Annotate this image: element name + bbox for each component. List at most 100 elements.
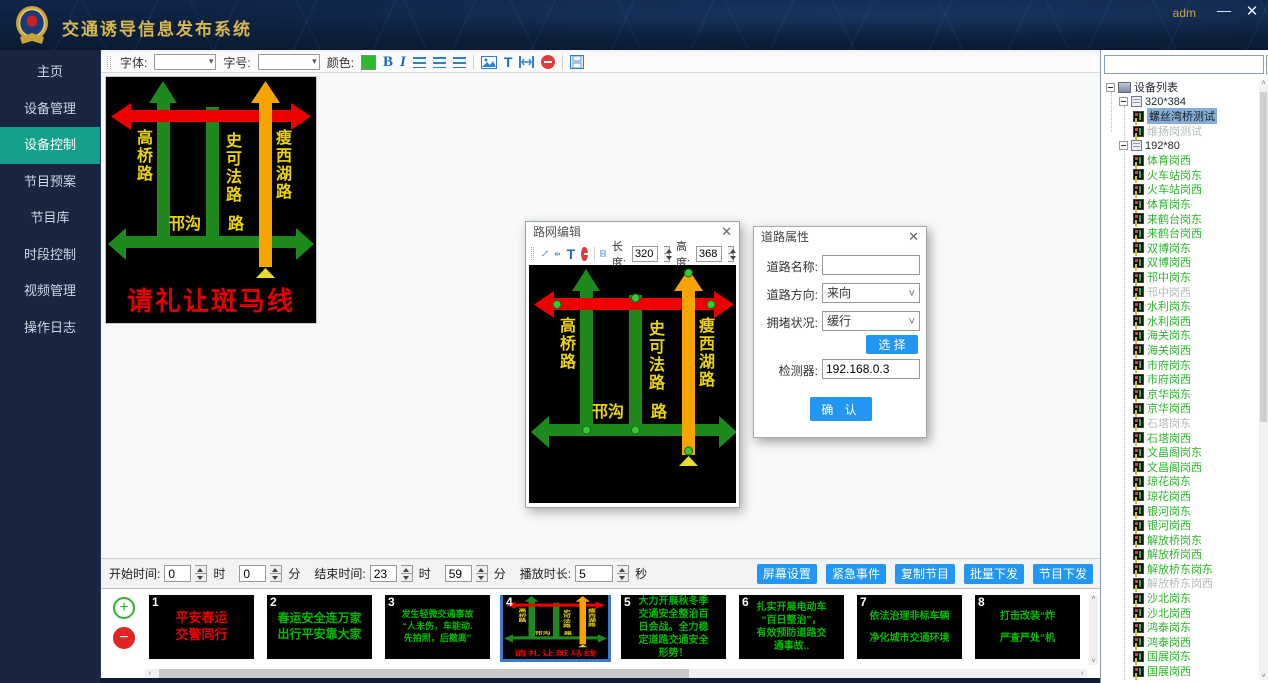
align-right-icon[interactable] — [453, 57, 466, 68]
device-node[interactable]: 鸿泰岗西 — [1104, 635, 1257, 650]
font-select[interactable] — [154, 54, 216, 70]
device-node[interactable]: 解放桥东岗东 — [1104, 562, 1257, 577]
device-node[interactable]: 鸿泰岗东 — [1104, 620, 1257, 635]
logged-in-user[interactable]: adm — [1173, 6, 1196, 20]
length-input[interactable] — [632, 246, 658, 262]
playlist-item-4[interactable]: 4 高桥路 史可法路 瘦西湖路 邗沟 路 请礼让斑 — [503, 595, 608, 659]
scroll-down-icon[interactable]: ˅ — [1089, 658, 1098, 665]
road-direction-select[interactable]: 来向 — [822, 283, 920, 303]
sign-preview[interactable]: 高桥路 史可法路 瘦西湖路 邗沟 路 请礼让斑马线 — [105, 76, 317, 324]
road-network-edit-canvas[interactable]: 高桥路 史可法路 瘦西湖路 邗沟 路 请礼让斑马线 — [529, 265, 736, 503]
scroll-right-icon[interactable]: › — [1077, 669, 1087, 678]
scroll-down-icon[interactable]: ˅ — [1259, 673, 1268, 680]
dialog-close-icon[interactable]: ✕ — [721, 222, 732, 242]
design-canvas[interactable]: 高桥路 史可法路 瘦西湖路 邗沟 路 请礼让斑马线 路网编辑 ✕ — [101, 73, 1101, 558]
device-node[interactable]: 维扬岗测试 — [1104, 124, 1257, 139]
device-node[interactable]: 火车站岗西 — [1104, 182, 1257, 197]
device-node[interactable]: 邗中岗东 — [1104, 270, 1257, 285]
device-node[interactable]: 海关岗西 — [1104, 343, 1257, 358]
dialog-title-bar[interactable]: 道路属性 ✕ — [754, 227, 926, 247]
device-node[interactable]: 京华岗东 — [1104, 386, 1257, 401]
device-node[interactable]: 邗中岗西 — [1104, 284, 1257, 299]
playlist-item-7[interactable]: 7依法治理非标车辆净化城市交通环境 — [857, 595, 962, 659]
device-node[interactable]: 解放桥岗西 — [1104, 547, 1257, 562]
tree-expander-icon[interactable] — [1119, 97, 1128, 106]
close-button[interactable]: ✕ — [1242, 2, 1262, 20]
sidebar-item-8[interactable]: 操作日志 — [0, 310, 100, 347]
tree-scrollbar[interactable]: ˄ ˅ — [1259, 80, 1268, 680]
italic-button[interactable]: I — [400, 54, 406, 71]
scroll-up-icon[interactable]: ˄ — [1261, 80, 1265, 87]
device-node[interactable]: 火车站岗东 — [1104, 168, 1257, 183]
playlist-item-1[interactable]: 1平安春运交警同行 — [149, 595, 254, 659]
action-button[interactable]: 批量下发 — [964, 564, 1024, 584]
device-node[interactable]: 石塔岗东 — [1104, 416, 1257, 431]
playlist-horizontal-scrollbar[interactable]: ‹ › — [145, 669, 1087, 678]
device-node[interactable]: 水利岗西 — [1104, 314, 1257, 329]
duration-stepper[interactable] — [617, 565, 629, 582]
device-node[interactable]: 石塔岗西 — [1104, 430, 1257, 445]
device-node[interactable]: 银河岗西 — [1104, 518, 1257, 533]
end-minute-input[interactable] — [445, 565, 472, 582]
road-direction-icon[interactable] — [554, 248, 561, 260]
playlist-vertical-scrollbar[interactable]: ˄ ˅ — [1089, 595, 1098, 665]
sidebar-item-3[interactable]: 设备控制 — [0, 127, 100, 164]
remove-program-button[interactable]: − — [113, 627, 135, 649]
save-icon[interactable] — [600, 247, 606, 260]
scroll-up-icon[interactable]: ˄ — [1091, 595, 1095, 602]
scroll-left-icon[interactable]: ‹ — [145, 669, 155, 678]
start-minute-stepper[interactable] — [270, 565, 282, 582]
scrollbar-thumb[interactable] — [1260, 92, 1267, 422]
device-node[interactable]: 双博岗东 — [1104, 241, 1257, 256]
device-node[interactable]: 解放桥东岗西 — [1104, 576, 1257, 591]
select-detector-button[interactable]: 选 择 — [866, 335, 918, 354]
playlist-item-2[interactable]: 2春运安全连万家出行平安靠大家 — [267, 595, 372, 659]
sidebar-item-2[interactable]: 设备管理 — [0, 91, 100, 128]
align-center-icon[interactable] — [433, 57, 446, 68]
draw-road-icon[interactable] — [542, 247, 548, 260]
tree-group-node[interactable]: 192*80 — [1104, 138, 1257, 153]
device-node[interactable]: 螺丝湾桥测试 — [1104, 109, 1257, 124]
device-node[interactable]: 解放桥岗东 — [1104, 532, 1257, 547]
insert-image-icon[interactable] — [481, 56, 497, 69]
tree-expander-icon[interactable] — [1106, 83, 1115, 92]
device-node[interactable]: 市府岗东 — [1104, 357, 1257, 372]
size-select[interactable] — [258, 54, 320, 70]
scrollbar-thumb[interactable] — [159, 669, 689, 678]
dialog-close-icon[interactable]: ✕ — [908, 227, 919, 247]
device-node[interactable]: 琼花岗东 — [1104, 474, 1257, 489]
device-node[interactable]: 国展岗东 — [1104, 649, 1257, 664]
playlist-item-6[interactable]: 6扎实开展电动车“百日整治”，有效预防道路交通事故.. — [739, 595, 844, 659]
action-button[interactable]: 屏幕设置 — [757, 564, 817, 584]
device-node[interactable]: 文昌阁岗东 — [1104, 445, 1257, 460]
duration-input[interactable] — [575, 565, 613, 582]
confirm-button[interactable]: 确 认 — [810, 397, 872, 421]
color-swatch[interactable] — [361, 55, 376, 70]
device-node[interactable]: 来鹤台岗西 — [1104, 226, 1257, 241]
sidebar-item-5[interactable]: 节目库 — [0, 200, 100, 237]
end-hour-input[interactable] — [370, 565, 397, 582]
start-minute-input[interactable] — [239, 565, 266, 582]
delete-road-icon[interactable] — [581, 247, 587, 261]
sidebar-item-7[interactable]: 视频管理 — [0, 273, 100, 310]
device-node[interactable]: 琼花岗西 — [1104, 489, 1257, 504]
fit-width-icon[interactable] — [519, 56, 534, 68]
minimize-button[interactable]: — — [1214, 2, 1234, 18]
device-node[interactable]: 体育岗西 — [1104, 153, 1257, 168]
device-node[interactable]: 海关岗东 — [1104, 328, 1257, 343]
delete-icon[interactable] — [541, 55, 555, 69]
device-node[interactable]: 文昌阁岗西 — [1104, 459, 1257, 474]
device-node[interactable]: 双博岗西 — [1104, 255, 1257, 270]
insert-text-icon[interactable]: T — [504, 54, 513, 70]
device-search-input[interactable] — [1104, 55, 1264, 74]
height-input[interactable] — [696, 246, 722, 262]
end-hour-stepper[interactable] — [401, 565, 413, 582]
device-node[interactable]: 银河岗东 — [1104, 503, 1257, 518]
action-button[interactable]: 复制节目 — [895, 564, 955, 584]
detector-input[interactable] — [822, 359, 920, 379]
bold-button[interactable]: B — [383, 54, 393, 71]
start-hour-input[interactable] — [164, 565, 191, 582]
length-stepper[interactable] — [664, 246, 670, 262]
tree-root-node[interactable]: 设备列表 — [1104, 80, 1257, 95]
sidebar-item-4[interactable]: 节目预案 — [0, 164, 100, 201]
